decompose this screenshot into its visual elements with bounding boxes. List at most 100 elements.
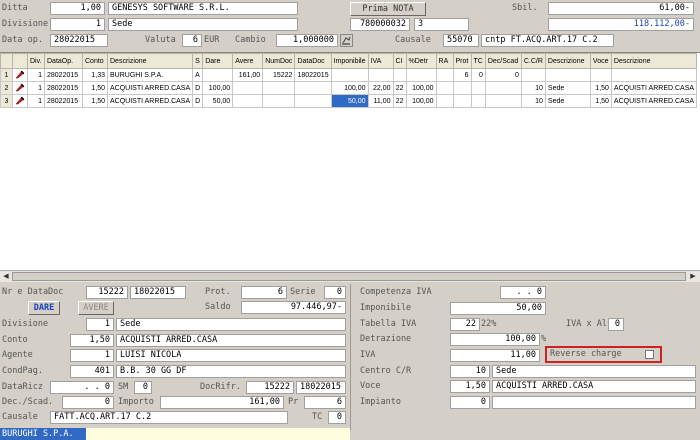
cell-dataop[interactable]: 28022015 <box>44 68 83 82</box>
col-avere[interactable]: Avere <box>232 53 264 69</box>
cell-prot[interactable]: 6 <box>452 68 472 82</box>
dare-button[interactable]: DARE <box>28 301 60 315</box>
edit-pencil-icon[interactable] <box>12 81 28 95</box>
horizontal-scrollbar[interactable]: ◀ ▶ <box>0 270 700 282</box>
col-conto[interactable]: Conto <box>82 53 108 69</box>
cell-prot[interactable] <box>452 81 472 95</box>
valuta-number-field[interactable]: 6 <box>182 34 202 47</box>
cell-prot[interactable] <box>452 94 472 108</box>
sm-field[interactable]: 0 <box>134 381 152 394</box>
cell-tc[interactable] <box>470 81 486 95</box>
cell-numdoc[interactable] <box>262 81 296 95</box>
cell-descrizione[interactable]: ACQUISTI ARRED.CASA <box>106 81 194 95</box>
cell-descrizione-voce[interactable]: ACQUISTI ARRED.CASA <box>610 94 698 108</box>
movements-grid[interactable]: Div. DataOp. Conto Descrizione S Dare Av… <box>0 52 700 270</box>
cell-div[interactable]: 1 <box>27 94 45 108</box>
col-dare[interactable]: Dare <box>202 53 234 69</box>
col-div[interactable]: Div. <box>27 53 45 69</box>
cell-ci[interactable]: 22 <box>392 94 407 108</box>
competenza-iva-field[interactable]: . . 0 <box>500 286 546 299</box>
cell-ra[interactable] <box>435 81 454 95</box>
cell-descrizione-ccr[interactable]: Sede <box>544 81 591 95</box>
cell-descrizione-ccr[interactable]: Sede <box>544 94 591 108</box>
cell-detr[interactable]: 100,00 <box>405 81 437 95</box>
cell-voce[interactable]: 1,50 <box>589 81 612 95</box>
col-iva[interactable]: IVA <box>367 53 394 69</box>
col-prot[interactable]: Prot <box>452 53 472 69</box>
cell-iva[interactable]: 22,00 <box>367 81 394 95</box>
cell-ccr[interactable]: 10 <box>520 94 546 108</box>
cell-div[interactable]: 1 <box>27 81 45 95</box>
col-imponibile[interactable]: Imponibile <box>330 53 369 69</box>
tabella-iva-code-field[interactable]: 22 <box>450 318 480 331</box>
cell-tc[interactable]: 0 <box>470 68 486 82</box>
scroll-right-arrow-icon[interactable]: ▶ <box>688 272 698 281</box>
col-decscad[interactable]: Dec/Scad <box>484 53 522 69</box>
cell-avere[interactable] <box>232 81 264 95</box>
cell-imponibile-selected[interactable]: 50,00 <box>330 94 369 108</box>
cambio-refresh-icon[interactable] <box>340 34 353 47</box>
iva-x-al-field[interactable]: 0 <box>608 318 624 331</box>
col-numdoc[interactable]: NumDoc <box>262 53 296 69</box>
cell-imponibile[interactable]: 100,00 <box>330 81 369 95</box>
cell-ccr[interactable]: 10 <box>520 81 546 95</box>
avere-button[interactable]: AVERE <box>78 301 114 315</box>
cell-conto[interactable]: 1,50 <box>82 94 108 108</box>
col-ccr[interactable]: C.C/R <box>520 53 546 69</box>
cell-dare[interactable]: 100,00 <box>202 81 234 95</box>
detrazione-field[interactable]: 100,00 <box>450 333 540 346</box>
col-descrizione-ccr[interactable]: Descrizione <box>544 53 591 69</box>
edit-pencil-icon[interactable] <box>12 68 28 82</box>
data-op-field[interactable]: 28022015 <box>50 34 108 47</box>
cell-ci[interactable]: 22 <box>392 81 407 95</box>
cell-iva[interactable]: 11,00 <box>367 94 394 108</box>
col-descrizione-voce[interactable]: Descrizione <box>610 53 698 69</box>
table-row[interactable]: 3 1 28022015 1,50 ACQUISTI ARRED.CASA D … <box>0 94 698 108</box>
cell-datadoc[interactable] <box>294 94 332 108</box>
cell-ra[interactable] <box>435 68 454 82</box>
cambio-field[interactable]: 1,000000 <box>276 34 338 47</box>
reverse-charge-checkbox[interactable] <box>645 350 654 359</box>
cell-descrizione[interactable]: BURUGHI S.P.A. <box>106 68 194 82</box>
divisione-detail-number-field[interactable]: 1 <box>86 318 114 331</box>
cell-dataop[interactable]: 28022015 <box>44 94 83 108</box>
cell-dare[interactable]: 50,00 <box>202 94 234 108</box>
docrifr-number-field[interactable]: 15222 <box>246 381 294 394</box>
causale-code-field[interactable]: 55070 <box>443 34 479 47</box>
centro-cr-number-field[interactable]: 10 <box>450 365 490 378</box>
cell-conto[interactable]: 1,50 <box>82 81 108 95</box>
pr-field[interactable]: 6 <box>304 396 346 409</box>
cell-ccr[interactable] <box>520 68 546 82</box>
importo-field[interactable]: 161,00 <box>160 396 284 409</box>
cell-ra[interactable] <box>435 94 454 108</box>
cell-avere[interactable]: 161,00 <box>232 68 264 82</box>
dataricz-field[interactable]: . . 0 <box>50 381 114 394</box>
prot-field[interactable]: 6 <box>241 286 287 299</box>
voce-number-field[interactable]: 1,50 <box>450 380 490 393</box>
cell-decscad[interactable] <box>484 94 522 108</box>
col-ra[interactable]: RA <box>435 53 454 69</box>
scrollbar-thumb[interactable] <box>12 272 686 281</box>
cell-dataop[interactable]: 28022015 <box>44 81 83 95</box>
table-row[interactable]: 1 1 28022015 1,33 BURUGHI S.P.A. A 161,0… <box>0 68 698 82</box>
cell-descrizione-voce[interactable]: ACQUISTI ARRED.CASA <box>610 81 698 95</box>
cell-descrizione[interactable]: ACQUISTI ARRED.CASA <box>106 94 194 108</box>
cell-decscad[interactable]: 0 <box>484 68 522 82</box>
cell-avere[interactable] <box>232 94 264 108</box>
cell-detr[interactable] <box>405 68 437 82</box>
cell-descrizione-voce[interactable] <box>610 68 698 82</box>
scroll-left-arrow-icon[interactable]: ◀ <box>1 272 11 281</box>
serie-field[interactable]: 0 <box>324 286 346 299</box>
cell-div[interactable]: 1 <box>27 68 45 82</box>
table-row[interactable]: 2 1 28022015 1,50 ACQUISTI ARRED.CASA D … <box>0 81 698 95</box>
tc-field[interactable]: 0 <box>328 411 346 424</box>
cell-voce[interactable]: 1,50 <box>589 94 612 108</box>
col-ci[interactable]: CI <box>392 53 407 69</box>
cell-voce[interactable] <box>589 68 612 82</box>
cell-detr[interactable]: 100,00 <box>405 94 437 108</box>
col-descrizione[interactable]: Descrizione <box>106 53 194 69</box>
docrifr-date-field[interactable]: 18022015 <box>296 381 346 394</box>
cell-numdoc[interactable]: 15222 <box>262 68 296 82</box>
cell-ci[interactable] <box>392 68 407 82</box>
cell-datadoc[interactable]: 18022015 <box>294 68 332 82</box>
